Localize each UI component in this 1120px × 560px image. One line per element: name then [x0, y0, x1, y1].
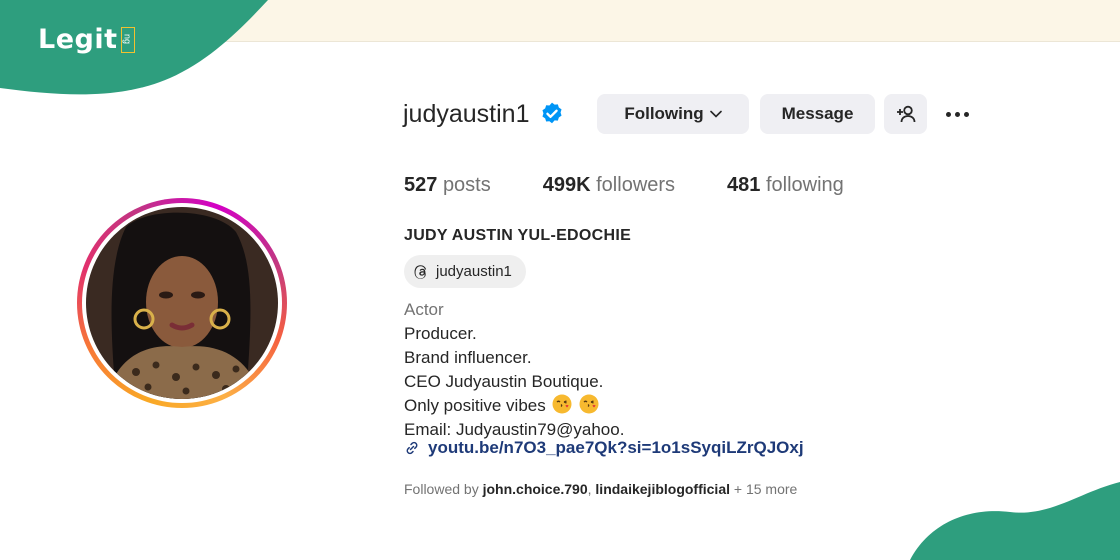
posts-label: posts: [442, 174, 491, 196]
bio-line: Brand influencer.: [404, 348, 532, 367]
bio-line-with-emoji: Only positive vibes: [404, 394, 624, 418]
logo-text: Legit: [38, 24, 118, 55]
posts-count: 527: [404, 174, 438, 196]
message-button-label: Message: [781, 104, 854, 123]
followed-by-more[interactable]: + 15 more: [734, 481, 797, 497]
profile-username: judyaustin1: [403, 99, 530, 128]
threads-link-chip[interactable]: judyaustin1: [404, 255, 526, 288]
bio-link[interactable]: youtu.be/n7O3_pae7Qk?si=1o1sSyqiLZrQJOxj: [404, 438, 804, 458]
stat-followers[interactable]: 499K followers: [543, 174, 675, 197]
bio-line: Only positive vibes: [404, 396, 546, 415]
link-icon: [406, 441, 418, 455]
message-button[interactable]: Message: [760, 94, 875, 134]
followed-by: Followed by john.choice.790, lindaikejib…: [404, 481, 797, 497]
chevron-down-icon: [709, 110, 722, 118]
stat-posts[interactable]: 527 posts: [404, 174, 491, 197]
followed-by-prefix: Followed by: [404, 481, 479, 497]
profile-avatar-ring[interactable]: [77, 198, 287, 408]
corner-decoration: [910, 482, 1120, 560]
followers-count: 499K: [542, 174, 591, 196]
following-button-label: Following: [624, 104, 704, 123]
bio-category: Actor: [404, 300, 444, 319]
bio-link-text: youtu.be/n7O3_pae7Qk?si=1o1sSyqiLZrQJOxj: [428, 438, 804, 457]
bio-line: CEO Judyaustin Boutique.: [404, 372, 604, 391]
kiss-emoji-icon: [552, 394, 572, 414]
logo-suffix: ng: [120, 26, 135, 53]
suggest-users-button[interactable]: [884, 94, 927, 134]
threads-icon: [414, 264, 427, 279]
profile-avatar: [86, 207, 278, 399]
threads-handle: judyaustin1: [436, 263, 512, 280]
follower-link[interactable]: john.choice.790: [483, 481, 588, 497]
follower-link[interactable]: lindaikejiblogofficial: [595, 481, 730, 497]
followed-by-separator: ,: [587, 481, 592, 497]
profile-stats: 527 posts 499K followers 481 following: [404, 174, 896, 197]
followers-label: followers: [596, 174, 676, 196]
stat-following[interactable]: 481 following: [727, 174, 844, 197]
following-label: following: [765, 174, 844, 196]
profile-full-name: JUDY AUSTIN YUL-EDOCHIE: [404, 227, 632, 244]
username-row: judyaustin1: [403, 94, 565, 134]
kiss-emoji-icon: [579, 394, 599, 414]
following-button[interactable]: Following: [597, 94, 749, 134]
more-options-icon[interactable]: [940, 100, 974, 128]
verified-badge-icon: [542, 102, 563, 124]
add-user-icon: [896, 105, 915, 123]
profile-bio: Actor Producer. Brand influencer. CEO Ju…: [404, 298, 624, 442]
following-count: 481: [727, 174, 761, 196]
legit-logo: Legit ng: [38, 24, 135, 55]
bio-line: Producer.: [404, 324, 477, 343]
